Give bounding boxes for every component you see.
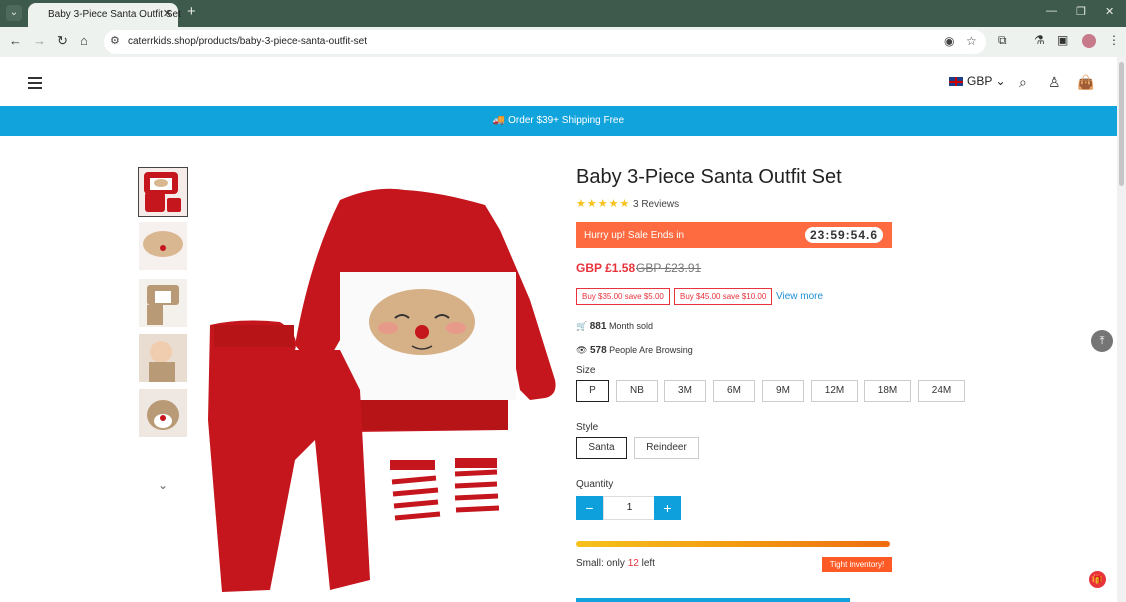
tab-close-icon[interactable]: ✕ [163, 7, 172, 20]
site-info-icon[interactable]: ⚙ [110, 34, 120, 47]
thumbnail-3[interactable] [139, 279, 187, 327]
gift-icon[interactable]: 🎁 [1089, 571, 1106, 588]
currency-selector[interactable]: GBP ⌄ [949, 74, 1006, 88]
scrollbar-thumb[interactable] [1119, 62, 1124, 186]
thumbnail-1[interactable] [138, 167, 188, 217]
size-option-3m[interactable]: 3M [664, 380, 706, 402]
cart-icon[interactable]: 👜 [1077, 74, 1094, 91]
thumbnail-5[interactable] [139, 389, 187, 437]
currency-label: GBP [967, 74, 993, 88]
minimize-icon[interactable]: — [1046, 5, 1057, 17]
new-tab-icon[interactable]: + [187, 3, 196, 20]
search-icon[interactable]: ⌕ [1019, 74, 1027, 91]
size-option-18m[interactable]: 18M [864, 380, 911, 402]
back-icon[interactable]: ← [9, 33, 22, 48]
quantity-input[interactable]: 1 [603, 496, 656, 520]
size-option-p[interactable]: P [576, 380, 609, 402]
thumbnail-santa-outfit-image [144, 172, 181, 212]
stock-suffix: left [641, 558, 655, 569]
size-option-12m[interactable]: 12M [811, 380, 858, 402]
style-option-reindeer[interactable]: Reindeer [634, 437, 699, 459]
size-option-9m[interactable]: 9M [762, 380, 804, 402]
chevron-down-icon: ⌄ [995, 74, 1006, 88]
close-window-icon[interactable]: ✕ [1105, 5, 1114, 18]
add-to-cart-button[interactable] [576, 598, 850, 602]
thumbnail-reindeer-face-image [147, 400, 179, 430]
sold-count: 881 [589, 321, 607, 332]
inventory-progress-bar [576, 541, 890, 547]
sold-label: Month sold [608, 321, 653, 331]
main-product-image[interactable] [200, 160, 565, 602]
cart-small-icon: 🛒 [576, 321, 588, 331]
browser-toolbar: ← → ↻ ⌂ ⚙ caterrkids.shop/products/baby-… [0, 27, 1126, 57]
restore-icon[interactable]: ❐ [1076, 5, 1086, 18]
promo-bar[interactable]: 🚚 Order $39+ Shipping Free [0, 106, 1117, 136]
thumbnail-santa-face-image [143, 231, 183, 257]
browser-tab[interactable]: Baby 3-Piece Santa Outfit Set ✕ [28, 3, 181, 27]
eye-icon: 👁 [576, 345, 588, 355]
countdown-timer: 23:59:54.6 [805, 227, 883, 243]
thumbnail-baby-photo-image [149, 341, 175, 382]
stock-count: 12 [627, 558, 639, 569]
browser-tab-bar: ⌄ Baby 3-Piece Santa Outfit Set ✕ + — ❐ … [0, 0, 1126, 27]
product-title: Baby 3-Piece Santa Outfit Set [576, 166, 842, 188]
quantity-label: Quantity [576, 479, 614, 490]
browsing-label: People Are Browsing [609, 345, 693, 355]
sale-text: Hurry up! Sale Ends in [584, 230, 685, 241]
style-label: Style [576, 422, 599, 433]
socks-image [390, 458, 500, 559]
reload-icon[interactable]: ↻ [57, 33, 68, 49]
view-more-link[interactable]: View more [776, 291, 823, 302]
thumbnails-chevron-down-icon[interactable]: ⌄ [158, 478, 168, 492]
browser-menu-icon[interactable]: ⋮ [1108, 33, 1120, 47]
rating-stars[interactable]: ★★★★★ [576, 197, 630, 210]
thumbnail-reindeer-outfit-image [147, 285, 179, 325]
tab-search-icon[interactable]: ⌄ [6, 5, 22, 21]
original-price: GBP £23.91 [636, 261, 702, 275]
uk-flag-icon [949, 77, 963, 87]
lab-flask-icon[interactable]: ⚗ [1034, 33, 1045, 47]
size-option-nb[interactable]: NB [616, 380, 658, 402]
extensions-icon[interactable]: ⧉ [998, 33, 1007, 48]
sale-countdown-bar: Hurry up! Sale Ends in 23:59:54.6 [576, 222, 892, 248]
style-option-santa[interactable]: Santa [576, 437, 627, 459]
stock-prefix: Small: only [576, 558, 625, 569]
tight-inventory-badge: Tight inventory! [822, 557, 892, 572]
address-bar[interactable]: ⚙ caterrkids.shop/products/baby-3-piece-… [104, 30, 986, 54]
thumbnail-4[interactable] [139, 334, 187, 382]
quantity-decrease-button[interactable]: − [576, 496, 603, 520]
quantity-increase-button[interactable]: + [654, 496, 681, 520]
site-header: GBP ⌄ ⌕ ♙ 👜 [0, 57, 1117, 106]
stock-status: Small: only 12 left [576, 558, 655, 569]
bookmark-star-icon[interactable]: ☆ [966, 34, 977, 48]
thumbnail-2[interactable] [139, 222, 187, 270]
coupon-tag-2[interactable]: Buy $45.00 save $10.00 [674, 288, 773, 305]
size-label: Size [576, 365, 596, 376]
profile-avatar[interactable] [1082, 34, 1096, 48]
url-text: caterrkids.shop/products/baby-3-piece-sa… [128, 36, 368, 47]
tab-title: Baby 3-Piece Santa Outfit Set [48, 9, 181, 20]
size-option-24m[interactable]: 24M [918, 380, 965, 402]
size-option-6m[interactable]: 6M [713, 380, 755, 402]
google-lens-icon[interactable]: ◉ [944, 34, 954, 48]
forward-icon[interactable]: → [33, 33, 46, 48]
side-panel-icon[interactable]: ▣ [1057, 33, 1068, 47]
back-to-top-icon[interactable]: ⤒ [1091, 330, 1113, 352]
browsing-count: 578 [589, 345, 607, 356]
sale-price: GBP £1.58 [576, 261, 636, 275]
browsing-stat: 👁 578 People Are Browsing [576, 345, 693, 356]
month-sold-stat: 🛒 881 Month sold [576, 321, 653, 332]
coupon-tag-1[interactable]: Buy $35.00 save $5.00 [576, 288, 670, 305]
reviews-link[interactable]: 3 Reviews [633, 199, 679, 210]
account-icon[interactable]: ♙ [1048, 74, 1061, 91]
home-icon[interactable]: ⌂ [80, 33, 88, 48]
menu-icon[interactable] [28, 77, 44, 89]
